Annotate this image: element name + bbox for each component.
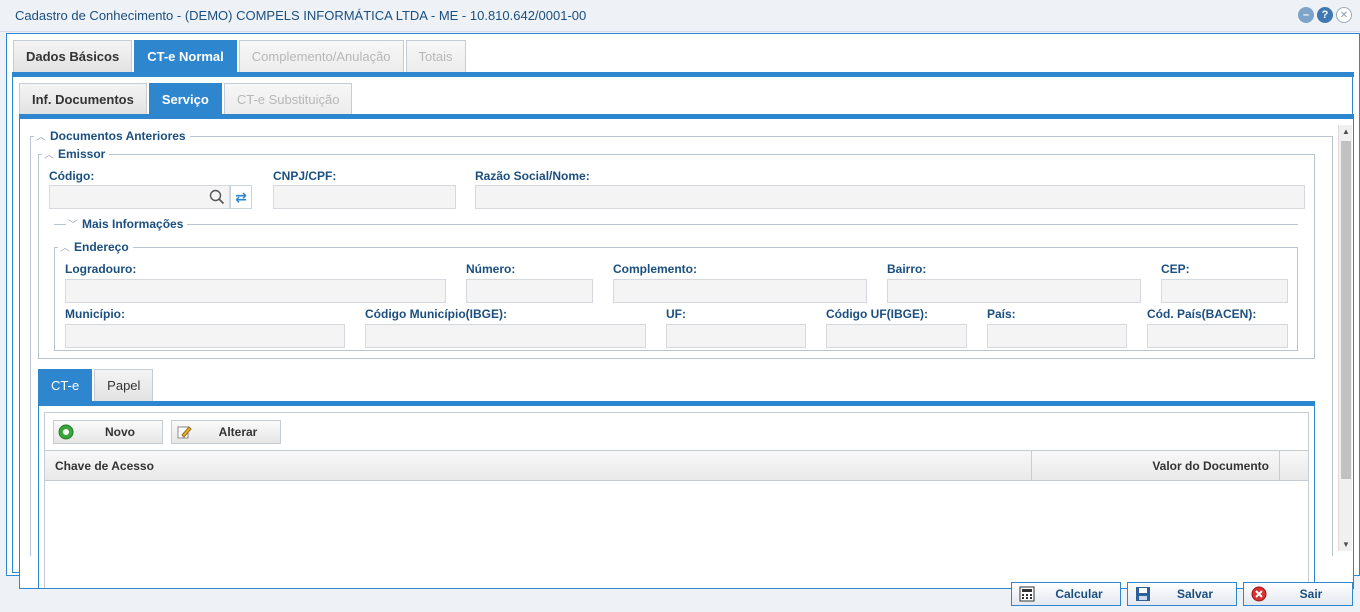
tab-dados-basicos[interactable]: Dados Básicos <box>13 40 133 72</box>
collapse-chevron-icon[interactable]: ︿ <box>36 128 46 143</box>
codigo-pais-label: Cód. País(BACEN): <box>1147 307 1257 321</box>
sair-button[interactable]: Sair <box>1243 582 1353 606</box>
refresh-icon[interactable]: ⇄ <box>230 185 252 209</box>
complemento-input[interactable] <box>613 279 867 303</box>
scroll-thumb[interactable] <box>1341 141 1351 479</box>
collapse-chevron-icon[interactable]: ︿ <box>44 146 54 161</box>
calcular-label: Calcular <box>1055 587 1103 601</box>
search-icon[interactable] <box>206 185 228 209</box>
salvar-label: Salvar <box>1176 587 1214 601</box>
column-header-valor-documento[interactable]: Valor do Documento <box>1032 451 1280 481</box>
window-titlebar: Cadastro de Conhecimento - (DEMO) COMPEL… <box>0 0 1360 32</box>
window-controls: – ? ✕ <box>1298 7 1352 23</box>
exit-icon <box>1248 586 1270 602</box>
expand-chevron-icon[interactable]: ﹀ <box>68 216 78 231</box>
collapse-chevron-icon[interactable]: ︿ <box>60 239 70 254</box>
codigo-label: Código: <box>49 169 95 183</box>
calcular-button[interactable]: Calcular <box>1011 582 1121 606</box>
numero-input[interactable] <box>466 279 593 303</box>
mais-informacoes-legend[interactable]: ﹀ Mais Informações <box>66 216 188 231</box>
razao-social-input[interactable] <box>475 185 1305 209</box>
main-window-body: Dados Básicos CT-e Normal Complemento/An… <box>6 33 1360 589</box>
cnpj-cpf-label: CNPJ/CPF: <box>273 169 337 183</box>
edit-pencil-icon <box>172 421 196 443</box>
grid-header: Chave de Acesso Valor do Documento <box>45 451 1308 481</box>
help-icon[interactable]: ? <box>1317 7 1333 23</box>
add-icon <box>54 421 78 443</box>
bairro-input[interactable] <box>887 279 1141 303</box>
save-disk-icon <box>1132 586 1154 602</box>
codigo-uf-input[interactable] <box>826 324 967 348</box>
calculator-icon <box>1016 586 1038 602</box>
endereco-legend[interactable]: ︿ Endereço <box>58 239 133 254</box>
emissor-legend[interactable]: ︿ Emissor <box>42 146 110 161</box>
servico-panel: ▲ ▼ ︿ Documentos Anteriores ︿ Emissor Có… <box>19 119 1354 589</box>
window-title: Cadastro de Conhecimento - (DEMO) COMPEL… <box>15 8 587 23</box>
novo-button[interactable]: Novo <box>53 420 163 444</box>
codigo-municipio-input[interactable] <box>365 324 646 348</box>
documentos-anteriores-legend[interactable]: ︿ Documentos Anteriores <box>34 128 190 143</box>
sub-tab-strip: Inf. Documentos Serviço CT-e Substituiçã… <box>19 83 353 114</box>
cep-input[interactable] <box>1161 279 1288 303</box>
codigo-uf-label: Código UF(IBGE): <box>826 307 928 321</box>
tab-papel[interactable]: Papel <box>94 369 154 401</box>
complemento-label: Complemento: <box>613 262 697 276</box>
codigo-municipio-label: Código Município(IBGE): <box>365 307 507 321</box>
documentos-anteriores-title: Documentos Anteriores <box>50 128 186 143</box>
close-icon[interactable]: ✕ <box>1336 7 1352 23</box>
tab-totais: Totais <box>405 40 466 72</box>
salvar-button[interactable]: Salvar <box>1127 582 1237 606</box>
cep-label: CEP: <box>1161 262 1190 276</box>
tab-cte[interactable]: CT-e <box>38 369 93 401</box>
emissor-title: Emissor <box>58 146 106 161</box>
logradouro-label: Logradouro: <box>65 262 137 276</box>
logradouro-input[interactable] <box>65 279 446 303</box>
minimize-icon[interactable]: – <box>1298 7 1314 23</box>
razao-social-label: Razão Social/Nome: <box>475 169 590 183</box>
uf-label: UF: <box>666 307 686 321</box>
doc-tab-strip: CT-e Papel <box>38 369 154 401</box>
tab-complemento-anulacao: Complemento/Anulação <box>238 40 404 72</box>
tab-inf-documentos[interactable]: Inf. Documentos <box>19 83 147 114</box>
scroll-up-icon[interactable]: ▲ <box>1339 127 1353 136</box>
endereco-title: Endereço <box>74 239 129 254</box>
documentos-grid: Chave de Acesso Valor do Documento <box>44 450 1309 588</box>
mais-informacoes-divider <box>54 224 1298 225</box>
pais-input[interactable] <box>987 324 1127 348</box>
numero-label: Número: <box>466 262 516 276</box>
mais-informacoes-title: Mais Informações <box>82 216 184 231</box>
column-header-filler <box>1280 451 1308 481</box>
main-tab-strip: Dados Básicos CT-e Normal Complemento/An… <box>13 40 466 72</box>
bairro-label: Bairro: <box>887 262 927 276</box>
tab-servico[interactable]: Serviço <box>148 83 222 114</box>
alterar-button[interactable]: Alterar <box>171 420 281 444</box>
sair-label: Sair <box>1299 587 1323 601</box>
column-header-chave-acesso[interactable]: Chave de Acesso <box>45 451 1032 481</box>
municipio-input[interactable] <box>65 324 345 348</box>
codigo-pais-input[interactable] <box>1147 324 1288 348</box>
uf-input[interactable] <box>666 324 806 348</box>
codigo-input[interactable] <box>49 185 230 209</box>
cnpj-cpf-input[interactable] <box>273 185 456 209</box>
alterar-label: Alterar <box>218 425 258 439</box>
novo-label: Novo <box>105 425 135 439</box>
tab-cte-substituicao: CT-e Substituição <box>223 83 353 114</box>
municipio-label: Município: <box>65 307 125 321</box>
tab-cte-normal[interactable]: CT-e Normal <box>134 40 237 72</box>
pais-label: País: <box>987 307 1016 321</box>
scroll-down-icon[interactable]: ▼ <box>1339 540 1353 549</box>
vertical-scrollbar[interactable]: ▲ ▼ <box>1338 125 1352 551</box>
